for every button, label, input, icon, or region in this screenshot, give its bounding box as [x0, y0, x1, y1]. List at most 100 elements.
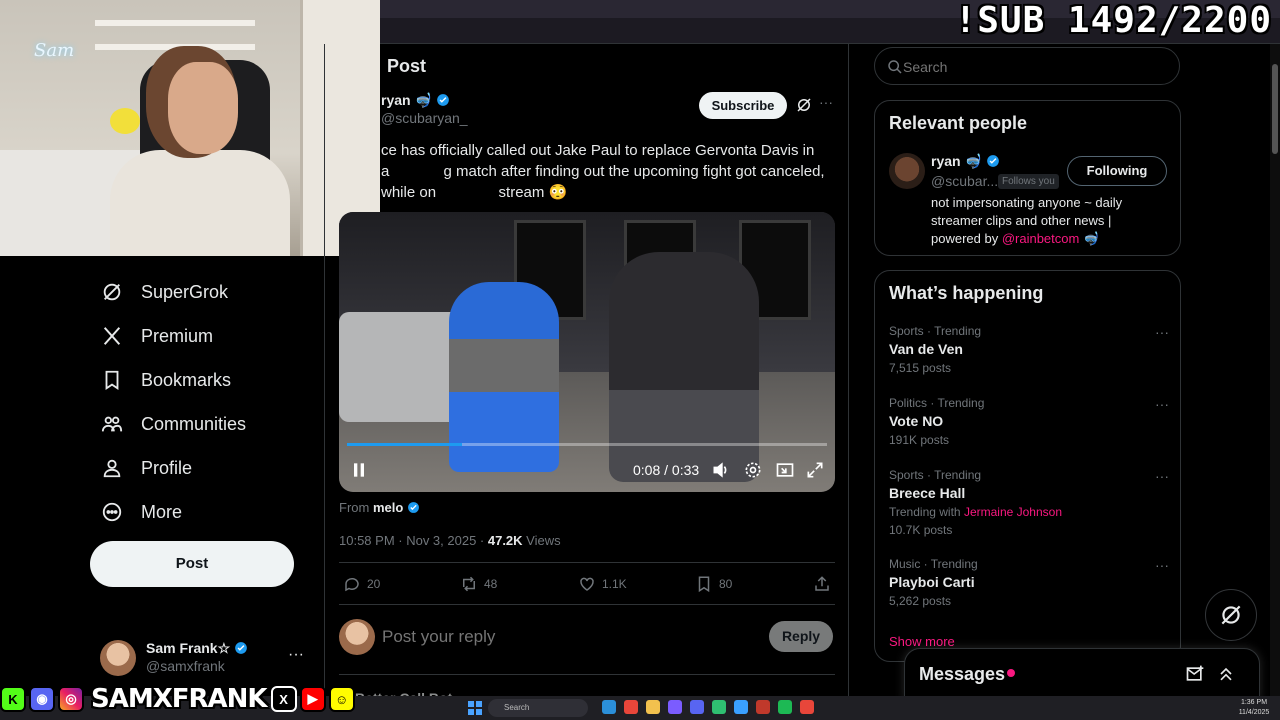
neon-sign: Sam	[34, 40, 75, 61]
share-action[interactable]	[813, 575, 837, 593]
verified-badge-icon	[235, 642, 247, 654]
bookmark-icon	[100, 368, 124, 392]
search-input[interactable]	[903, 57, 1163, 77]
chrome-icon[interactable]	[624, 700, 638, 714]
heart-icon	[580, 577, 594, 591]
reply-icon	[345, 577, 359, 592]
show-more-link[interactable]: Show more	[889, 634, 955, 649]
page-scrollbar[interactable]	[1270, 44, 1280, 700]
webcam-overlay: Sam	[0, 0, 380, 256]
nav-item-communities[interactable]: Communities	[100, 408, 246, 440]
more-circle-icon	[100, 500, 124, 524]
avatar	[339, 619, 375, 655]
trend-more-icon[interactable]: ···	[1155, 324, 1169, 340]
expand-chevrons-icon[interactable]	[1216, 664, 1236, 684]
nav-item-bookmarks[interactable]: Bookmarks	[100, 364, 231, 396]
trend-more-icon[interactable]: ···	[1155, 557, 1169, 573]
account-name: Sam Frank☆	[146, 640, 248, 657]
bio-link[interactable]: @rainbetcom	[1002, 231, 1080, 246]
taskbar-search[interactable]: Search	[488, 699, 588, 717]
nav-label: Profile	[141, 457, 193, 478]
post-meta: 10:58 PM · Nov 3, 2025 · 47.2K Views	[339, 533, 561, 548]
repost-action[interactable]: 48	[460, 575, 497, 593]
account-switcher[interactable]: Sam Frank☆ @samxfrank ···	[100, 636, 310, 680]
video-time: 0:08 / 0:33	[633, 462, 700, 478]
account-handle: @samxfrank	[146, 658, 225, 674]
post-more-icon[interactable]: ···	[819, 94, 833, 110]
search-icon	[887, 59, 903, 75]
fullscreen-icon[interactable]	[805, 460, 825, 480]
nav-label: Communities	[141, 413, 247, 434]
whats-happening-panel: What’s happening Sports · Trending Van d…	[874, 270, 1181, 662]
video-player[interactable]: 0:08 / 0:33	[339, 212, 835, 492]
kick-icon: K	[0, 686, 26, 712]
panel-title: What’s happening	[889, 283, 1044, 303]
grok-icon	[100, 280, 124, 304]
windows-start-icon[interactable]	[468, 701, 482, 715]
youtube-icon: ▶	[299, 686, 326, 712]
x-logo-icon	[100, 324, 124, 348]
video-progress-fill	[347, 443, 463, 446]
new-message-icon[interactable]	[1185, 664, 1205, 684]
settings-gear-icon[interactable]	[743, 460, 763, 480]
volume-icon[interactable]	[711, 460, 731, 480]
reply-button[interactable]: Reply	[769, 621, 833, 652]
app-icon[interactable]	[712, 700, 726, 714]
social-overlay: K ◉ ◎ SAMXFRANK X ▶ ☺	[0, 682, 358, 716]
taskbar-clock[interactable]: 1:36 PM 11/4/2025	[1236, 698, 1272, 718]
verified-badge-icon	[436, 94, 449, 106]
bookmark-action[interactable]: 80	[695, 575, 732, 593]
relevant-people-panel: Relevant people ryan 🤿 @scubar... Follow…	[874, 100, 1181, 256]
spotify-icon[interactable]	[778, 700, 792, 714]
trend-more-icon[interactable]: ···	[1155, 468, 1169, 484]
subscribe-button[interactable]: Subscribe	[699, 92, 787, 119]
picture-in-picture-icon[interactable]	[775, 460, 795, 480]
reply-input[interactable]	[382, 624, 752, 650]
messages-title: Messages	[919, 664, 1006, 684]
video-source-name[interactable]: melo	[373, 500, 403, 515]
reply-action[interactable]: 20	[343, 575, 380, 593]
like-action[interactable]: 1.1K	[578, 575, 627, 593]
nav-item-profile[interactable]: Profile	[100, 452, 192, 484]
post-author-name[interactable]: ryan 🤿	[381, 92, 450, 109]
nav-item-premium[interactable]: Premium	[100, 320, 213, 352]
trend-item[interactable]: Sports · Trending Breece Hall Trending w…	[889, 468, 1169, 537]
grok-icon	[1221, 605, 1241, 625]
follows-you-badge: Follows you	[998, 174, 1059, 189]
unread-dot	[1007, 669, 1015, 677]
page-title: Post	[387, 56, 427, 76]
snapchat-icon: ☺	[328, 686, 355, 712]
chrome-icon[interactable]	[800, 700, 814, 714]
messages-drawer[interactable]: Messages	[904, 648, 1260, 700]
relevant-person-name[interactable]: ryan 🤿	[931, 153, 1000, 170]
post-author-handle[interactable]: @scubaryan_	[381, 110, 468, 126]
discord-icon[interactable]	[690, 700, 704, 714]
account-more-icon[interactable]: ···	[288, 646, 304, 664]
obs-icon[interactable]	[756, 700, 770, 714]
grok-floating-button[interactable]	[1205, 589, 1257, 641]
share-icon	[815, 576, 829, 591]
app-icon[interactable]	[734, 700, 748, 714]
communities-icon	[100, 412, 124, 436]
trend-item[interactable]: Sports · Trending Van de Ven 7,515 posts…	[889, 324, 1169, 375]
trend-item[interactable]: Music · Trending Playboi Carti 5,262 pos…	[889, 557, 1169, 608]
x-logo-icon: X	[270, 686, 297, 712]
search-box[interactable]	[874, 47, 1180, 85]
grok-explain-icon[interactable]	[795, 96, 813, 114]
post-button[interactable]: Post	[90, 541, 294, 587]
panel-title: Relevant people	[889, 113, 1028, 133]
nav-label: Bookmarks	[141, 369, 232, 390]
folder-icon[interactable]	[646, 700, 660, 714]
avatar[interactable]	[889, 153, 925, 189]
relevant-person-handle[interactable]: @scubar...	[931, 173, 998, 189]
pause-icon[interactable]	[349, 460, 369, 480]
video-progress-bar[interactable]	[347, 443, 827, 446]
edge-icon[interactable]	[602, 700, 616, 714]
bookmark-icon	[698, 576, 710, 593]
app-icon[interactable]	[668, 700, 682, 714]
following-button[interactable]: Following	[1067, 156, 1167, 186]
trend-item[interactable]: Politics · Trending Vote NO 191K posts ·…	[889, 396, 1169, 447]
nav-item-supergrok[interactable]: SuperGrok	[100, 276, 228, 308]
nav-item-more[interactable]: More	[100, 496, 182, 528]
trend-more-icon[interactable]: ···	[1155, 396, 1169, 412]
